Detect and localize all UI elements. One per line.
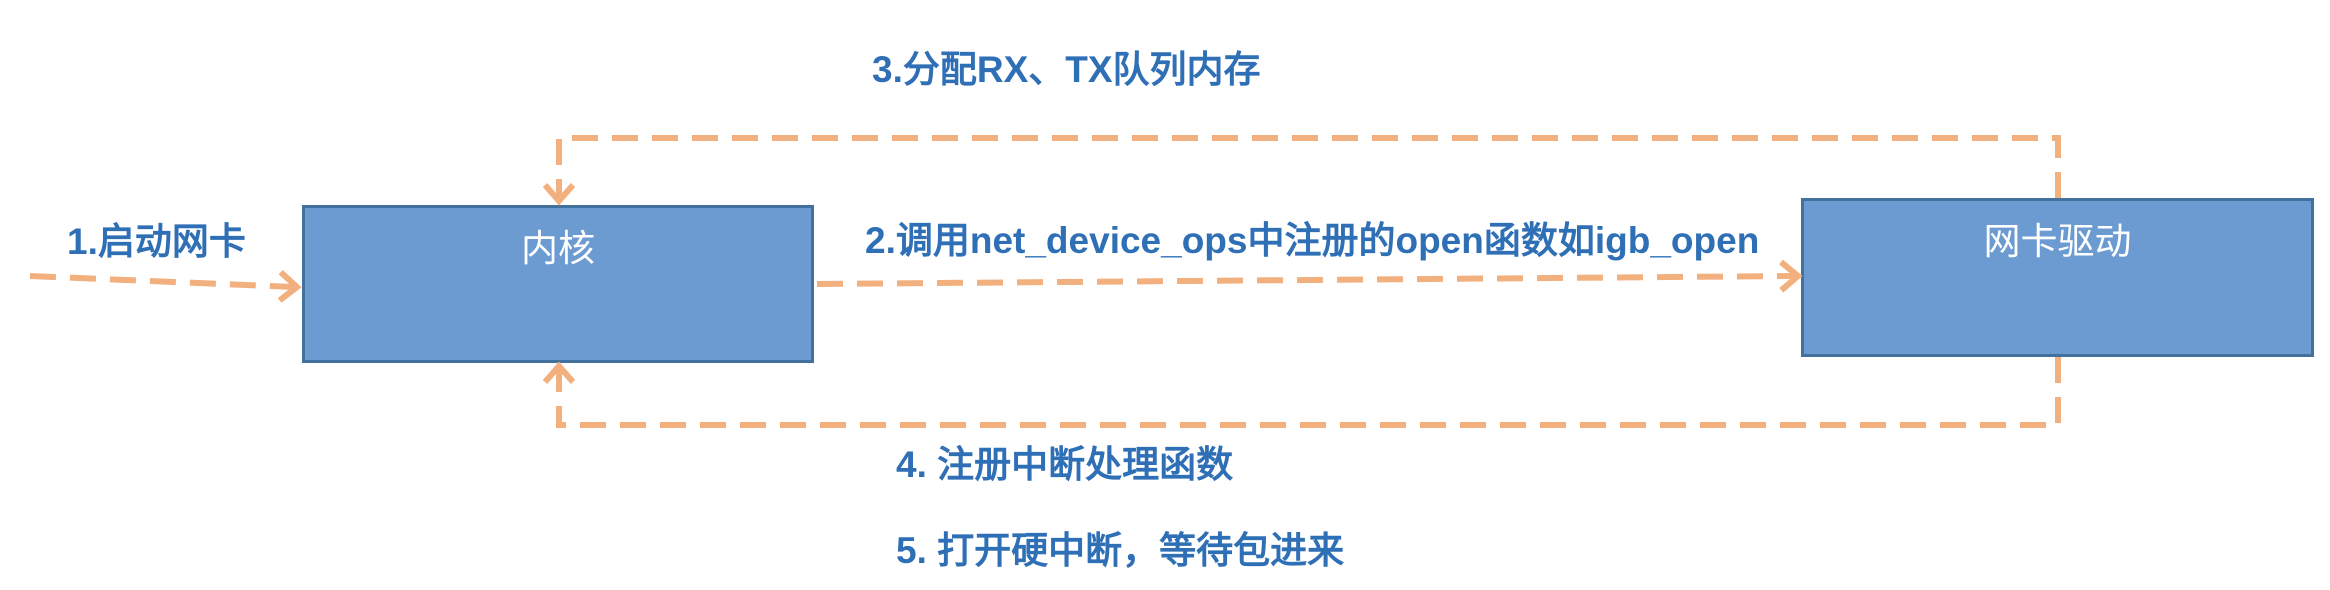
- arrow-alloc-queues-line: [556, 135, 2061, 198]
- arrow-register-irq-line: [556, 357, 2061, 428]
- arrow-alloc-queues-loop: [542, 135, 2061, 206]
- arrow-call-open: [816, 259, 1803, 293]
- arrow-start-nic-line: [29, 273, 295, 290]
- arrow-start-nic: [29, 269, 302, 303]
- arrows-layer: [29, 135, 2061, 428]
- arrow-register-irq-loop: [542, 357, 2061, 428]
- arrow-call-open-line: [816, 273, 1796, 287]
- diagram-canvas: 内核 网卡驱动 1.启动网卡 2.调用net_device_ops中注册的ope…: [0, 0, 2330, 590]
